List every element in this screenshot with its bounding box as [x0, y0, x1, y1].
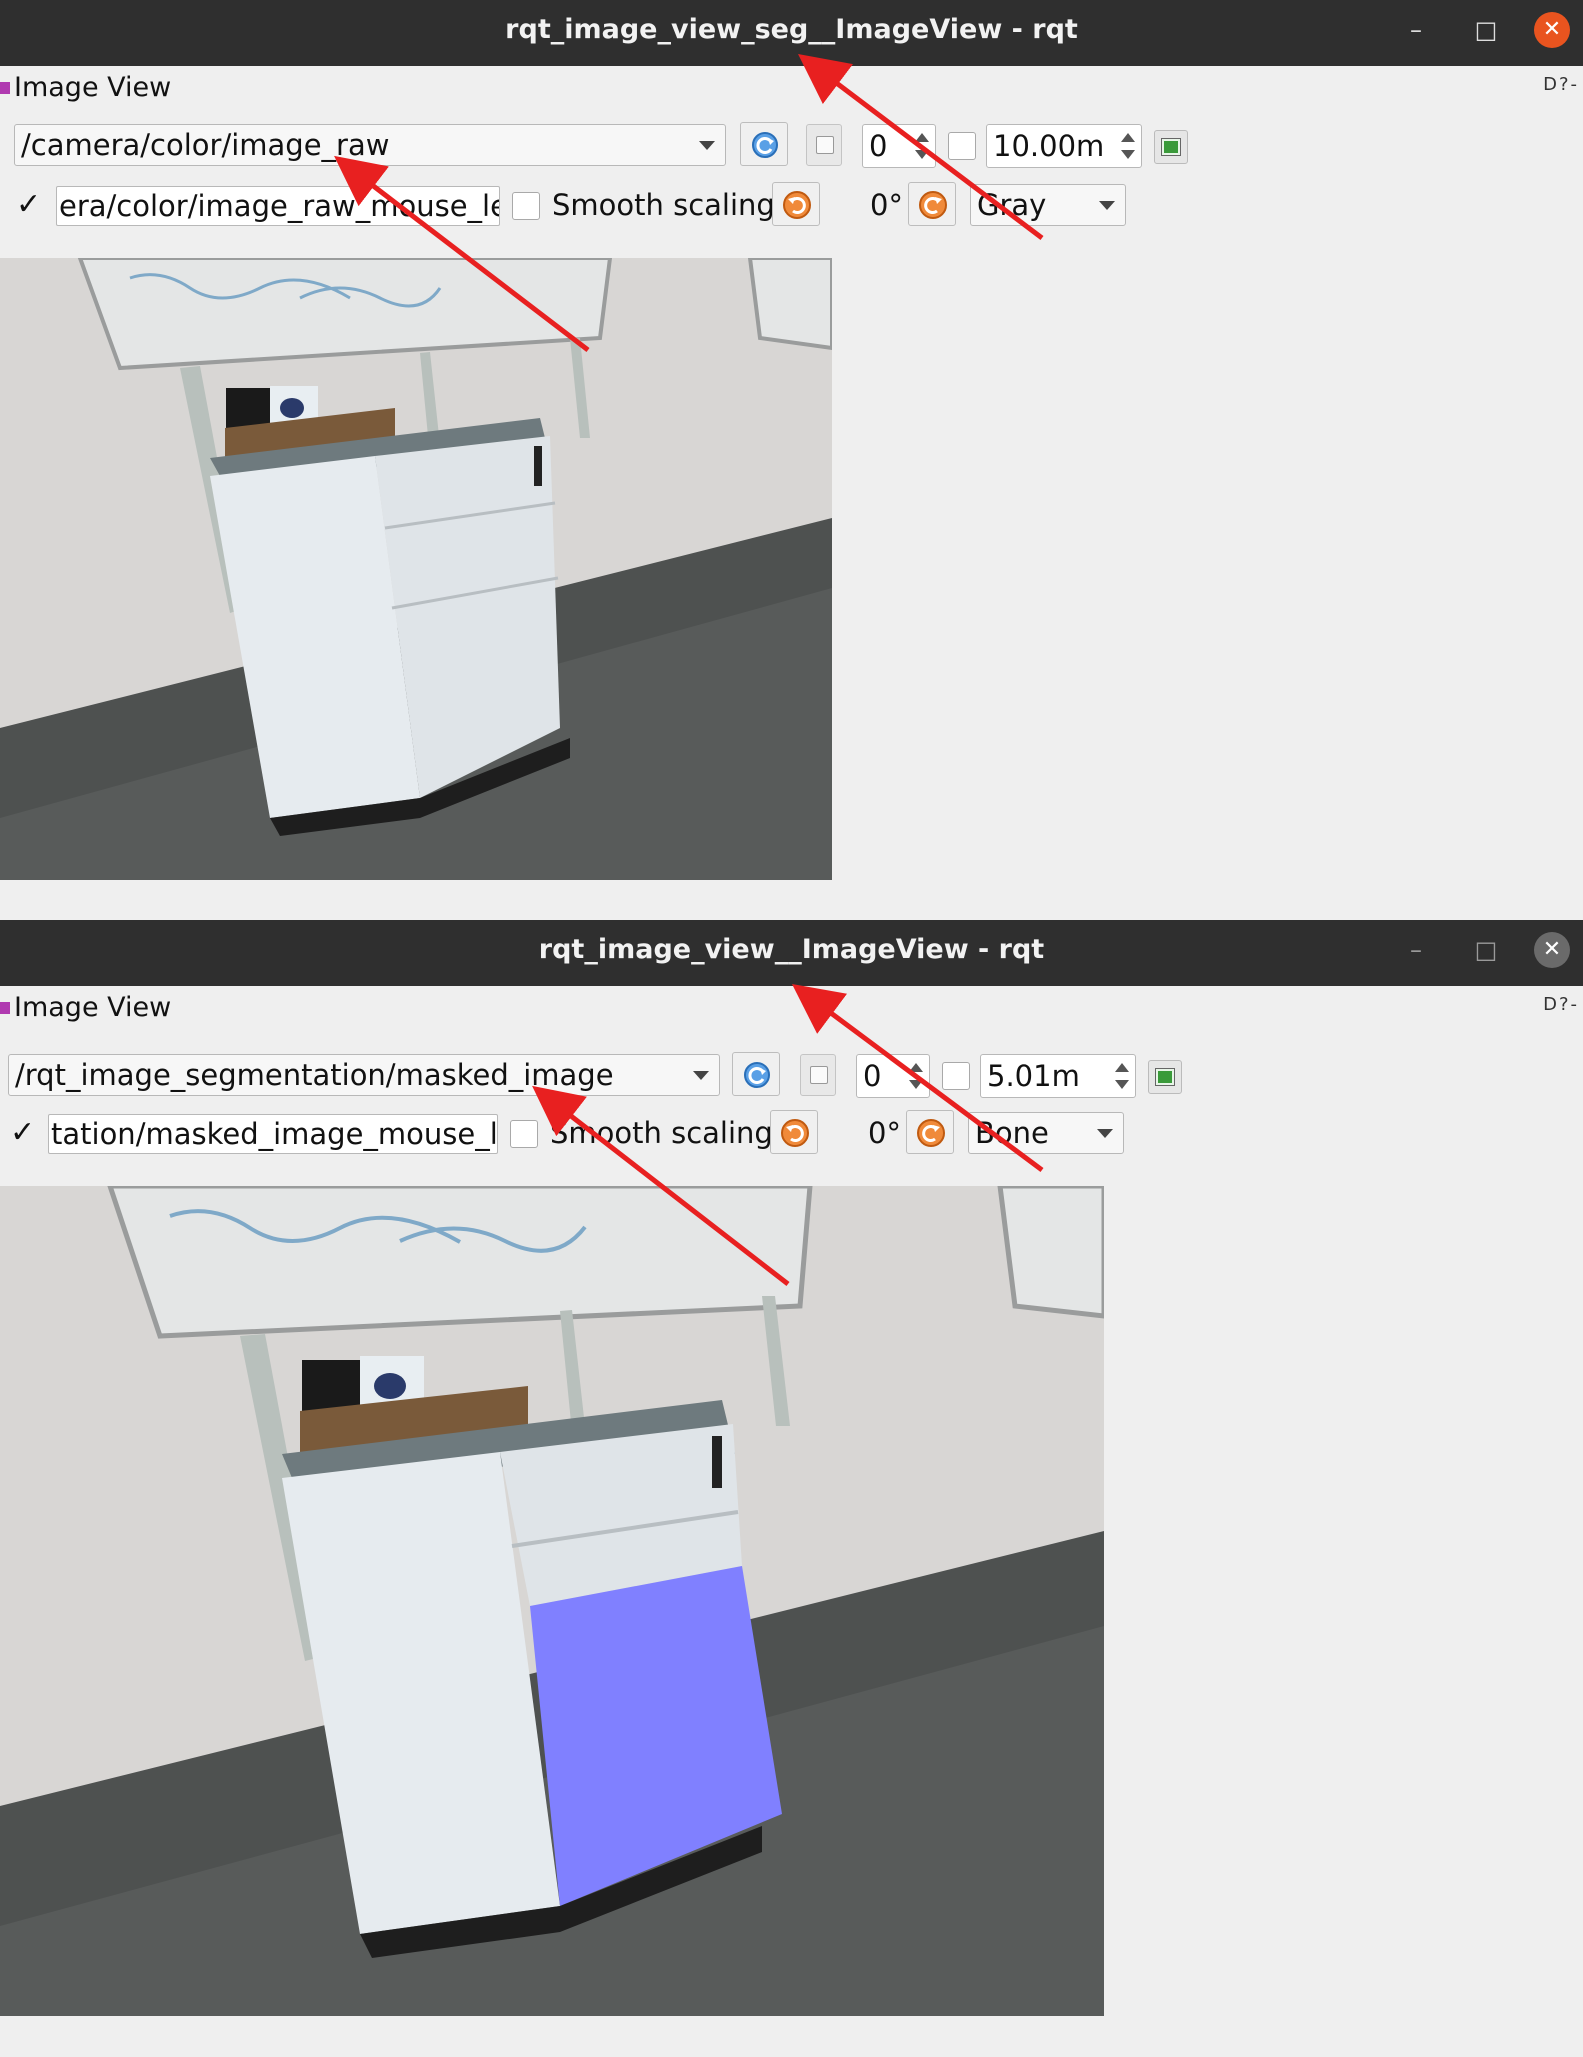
plugin-header: Image View D?-: [0, 986, 1583, 1026]
spin-down-icon[interactable]: [915, 150, 929, 159]
maximize-button[interactable]: □: [1468, 12, 1504, 48]
frame-spinbox-value: 0: [863, 1059, 882, 1093]
frame-spinbox[interactable]: 0: [862, 124, 936, 168]
window-title: rqt_image_view_seg__ImageView - rqt: [505, 14, 1078, 45]
close-button[interactable]: ✕: [1534, 932, 1570, 968]
plugin-title: Image View: [14, 992, 172, 1023]
rqt-window-seg: rqt_image_view_seg__ImageView - rqt – □ …: [0, 0, 1583, 920]
rotate-right-button[interactable]: [906, 1110, 954, 1154]
window-title: rqt_image_view__ImageView - rqt: [538, 934, 1045, 965]
spin-down-icon[interactable]: [909, 1080, 923, 1089]
spin-up-icon[interactable]: [1115, 1063, 1129, 1072]
mouse-topic-value: era/color/image_raw_mouse_left: [59, 189, 500, 223]
mouse-topic-value: tation/masked_image_mouse_left: [51, 1117, 498, 1151]
image-save-icon: [1161, 138, 1181, 156]
spin-up-icon[interactable]: [1121, 133, 1135, 142]
dynamic-range-checkbox[interactable]: [942, 1062, 970, 1090]
chevron-down-icon: [699, 141, 715, 150]
minimize-button[interactable]: –: [1398, 932, 1434, 968]
plugin-tools[interactable]: D?-: [1543, 994, 1579, 1015]
max-range-spinbox[interactable]: 5.01m: [980, 1054, 1136, 1098]
frame-spinbox[interactable]: 0: [856, 1054, 930, 1098]
mouse-publish-checkbox[interactable]: ✓: [10, 1118, 35, 1148]
masked-image: [0, 1186, 1104, 2016]
topic-select[interactable]: /rqt_image_segmentation/masked_image: [8, 1054, 720, 1096]
rotate-left-icon: [783, 191, 811, 219]
rotation-label: 0°: [868, 1116, 901, 1150]
rotation-label: 0°: [870, 188, 903, 222]
rotate-right-icon: [919, 191, 947, 219]
spin-down-icon[interactable]: [1121, 150, 1135, 159]
topic-select-value: /rqt_image_segmentation/masked_image: [15, 1058, 614, 1092]
mouse-topic-field[interactable]: era/color/image_raw_mouse_left: [56, 186, 500, 226]
chevron-down-icon: [1099, 201, 1115, 210]
zoom-icon: [816, 136, 834, 154]
zoom-1-button[interactable]: [806, 124, 842, 166]
zoom-1-button[interactable]: [800, 1054, 836, 1096]
plugin-title: Image View: [14, 72, 172, 103]
max-range-value: 10.00m: [993, 129, 1105, 163]
refresh-icon: [744, 1062, 770, 1088]
refresh-icon: [752, 132, 778, 158]
maximize-button[interactable]: □: [1468, 932, 1504, 968]
mouse-publish-checkbox[interactable]: ✓: [16, 190, 41, 220]
spin-down-icon[interactable]: [1115, 1080, 1129, 1089]
topic-select-value: /camera/color/image_raw: [21, 128, 390, 162]
mouse-topic-field[interactable]: tation/masked_image_mouse_left: [48, 1114, 498, 1154]
topic-select[interactable]: /camera/color/image_raw: [14, 124, 726, 166]
rotate-right-button[interactable]: [908, 182, 956, 226]
plugin-tools-text[interactable]: D?-: [1543, 994, 1579, 1015]
max-range-value: 5.01m: [987, 1059, 1080, 1093]
rotate-left-icon: [781, 1119, 809, 1147]
smooth-scaling-label: Smooth scaling: [550, 1116, 773, 1150]
refresh-topics-button[interactable]: [732, 1052, 780, 1096]
plugin-tools-text[interactable]: D?-: [1543, 74, 1579, 95]
camera-image: [0, 258, 832, 880]
plugin-icon: [0, 82, 10, 94]
rotate-left-button[interactable]: [770, 1110, 818, 1154]
masked-image-view[interactable]: [0, 1186, 1104, 2016]
smooth-scaling-checkbox[interactable]: [512, 192, 540, 220]
plugin-tools[interactable]: D?-: [1543, 74, 1579, 95]
max-range-spinbox[interactable]: 10.00m: [986, 124, 1142, 168]
save-image-button[interactable]: [1148, 1060, 1182, 1094]
rotate-left-button[interactable]: [772, 182, 820, 226]
zoom-icon: [810, 1066, 828, 1084]
colormap-value: Bone: [975, 1116, 1049, 1150]
smooth-scaling-checkbox[interactable]: [510, 1120, 538, 1148]
frame-spinbox-value: 0: [869, 129, 888, 163]
image-save-icon: [1155, 1068, 1175, 1086]
save-image-button[interactable]: [1154, 130, 1188, 164]
title-bar[interactable]: rqt_image_view__ImageView - rqt – □ ✕: [0, 920, 1583, 986]
colormap-select[interactable]: Gray: [970, 184, 1126, 226]
minimize-button[interactable]: –: [1398, 12, 1434, 48]
spin-up-icon[interactable]: [909, 1063, 923, 1072]
colormap-value: Gray: [977, 188, 1047, 222]
chevron-down-icon: [1097, 1129, 1113, 1138]
colormap-select[interactable]: Bone: [968, 1112, 1124, 1154]
plugin-icon: [0, 1002, 10, 1014]
close-button[interactable]: ✕: [1534, 12, 1570, 48]
title-bar[interactable]: rqt_image_view_seg__ImageView - rqt – □ …: [0, 0, 1583, 66]
refresh-topics-button[interactable]: [740, 122, 788, 166]
camera-image-view[interactable]: [0, 258, 832, 880]
rotate-right-icon: [917, 1119, 945, 1147]
dynamic-range-checkbox[interactable]: [948, 132, 976, 160]
chevron-down-icon: [693, 1071, 709, 1080]
plugin-header: Image View D?-: [0, 66, 1583, 106]
rqt-window-masked: rqt_image_view__ImageView - rqt – □ ✕ Im…: [0, 920, 1583, 2057]
smooth-scaling-label: Smooth scaling: [552, 188, 775, 222]
spin-up-icon[interactable]: [915, 133, 929, 142]
